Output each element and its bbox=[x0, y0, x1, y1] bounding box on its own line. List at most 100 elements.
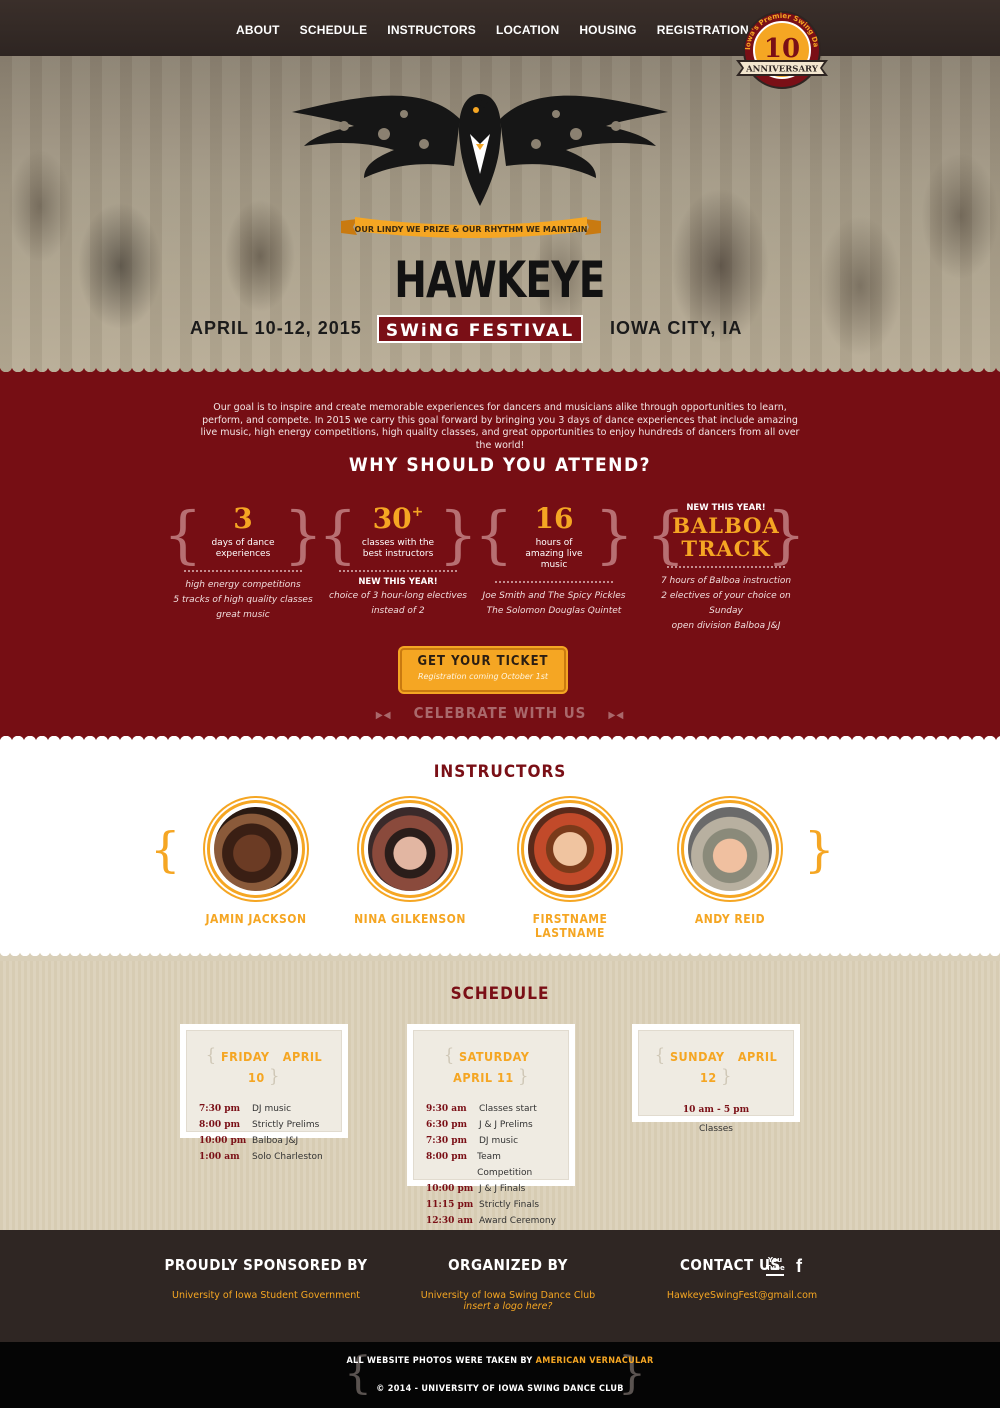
stat-label: hours of amazing live music bbox=[525, 538, 583, 570]
why-heading: WHY SHOULD YOU ATTEND? bbox=[348, 454, 652, 476]
instructor-name: JAMIN JACKSON bbox=[205, 912, 307, 926]
stat-balboa: { } NEW THIS YEAR! BALBOA TRACK 7 hours … bbox=[646, 502, 806, 634]
motto-text: OUR LINDY WE PRIZE & OUR RHYTHM WE MAINT… bbox=[355, 225, 588, 234]
festival-subtitle: SWiNG FESTIVAL bbox=[377, 315, 583, 343]
photo-credit: ALL WEBSITE PHOTOS WERE TAKEN BY AMERICA… bbox=[346, 1356, 654, 1366]
organizer-link[interactable]: University of Iowa Swing Dance Club bbox=[398, 1290, 618, 1301]
ticket-label: GET YOUR TICKET bbox=[417, 654, 549, 669]
nav-housing[interactable]: HOUSING bbox=[579, 0, 636, 60]
nav-about[interactable]: ABOUT bbox=[236, 0, 280, 60]
copyright: © 2014 - UNIVERSITY OF IOWA SWING DANCE … bbox=[376, 1384, 624, 1394]
instructor-card[interactable]: JAMIN JACKSON bbox=[186, 800, 326, 926]
intro-paragraph: Our goal is to inspire and create memora… bbox=[200, 402, 800, 451]
motto-ribbon: OUR LINDY WE PRIZE & OUR RHYTHM WE MAINT… bbox=[341, 217, 601, 238]
stat-note: 7 hours of Balboa instruction 2 elective… bbox=[660, 576, 792, 631]
stat-note: Joe Smith and The Spicy Pickles The Solo… bbox=[482, 591, 626, 616]
brace-left: { bbox=[163, 498, 203, 571]
schedule-row: 9:30 am Classes start bbox=[426, 1104, 537, 1114]
schedule-row: 7:30 pm DJ music bbox=[426, 1136, 519, 1146]
celebrate-text: CELEBRATE WITH US bbox=[413, 704, 587, 722]
sponsor-link[interactable]: University of Iowa Student Government bbox=[156, 1290, 376, 1301]
celebrate-divider: ▶◀ CELEBRATE WITH US ▶◀ bbox=[0, 704, 1000, 722]
new-this-year-tag: NEW THIS YEAR! bbox=[358, 577, 438, 587]
brace-left: { bbox=[474, 498, 514, 571]
stat-note: choice of 3 hour-long electives instead … bbox=[329, 591, 467, 616]
stat-days: { } 3 days of dance experiences high ene… bbox=[163, 502, 323, 623]
schedule-row: 11:15 pm Strictly Finals bbox=[426, 1200, 540, 1210]
youtube-icon[interactable]: You Tube bbox=[766, 1256, 785, 1276]
instructors-heading: INSTRUCTORS bbox=[433, 762, 567, 782]
card-inner: { FRIDAY APRIL 10 } 7:30 pm DJ music 8:00… bbox=[186, 1030, 342, 1162]
avatar bbox=[521, 800, 619, 898]
schedule-row: 8:00 pm Team Competition bbox=[426, 1152, 533, 1178]
card-day-title: { SATURDAY APRIL 11 } bbox=[443, 1045, 530, 1087]
schedule-card-friday: { FRIDAY APRIL 10 } 7:30 pm DJ music 8:00… bbox=[180, 1024, 348, 1162]
avatar bbox=[361, 800, 459, 898]
brace-right: } bbox=[594, 498, 634, 571]
instructor-card[interactable]: NINA GILKENSON bbox=[340, 800, 480, 926]
schedule-row: 10 am - 5 pm Classes bbox=[682, 1105, 750, 1134]
schedule-row: 8:00 pm Strictly Prelims bbox=[199, 1120, 320, 1130]
sponsor-heading: PROUDLY SPONSORED BY bbox=[164, 1256, 368, 1274]
hero-banner: OUR LINDY WE PRIZE & OUR RHYTHM WE MAINT… bbox=[0, 56, 1000, 372]
bottom-bar: { } ALL WEBSITE PHOTOS WERE TAKEN BY AME… bbox=[0, 1342, 1000, 1408]
avatar bbox=[207, 800, 305, 898]
bowtie-icon: ▶◀ bbox=[375, 710, 392, 721]
schedule-row: 12:30 am Award Ceremony bbox=[426, 1216, 556, 1226]
top-nav: ABOUT SCHEDULE INSTRUCTORS LOCATION HOUS… bbox=[0, 0, 1000, 56]
instructor-card[interactable]: ANDY REID bbox=[660, 800, 800, 926]
card-inner: { SUNDAY APRIL 12 } 10 am - 5 pm Classes bbox=[638, 1030, 794, 1134]
ticket-sub: Registration coming October 1st bbox=[417, 672, 549, 681]
winged-hawk-emblem bbox=[292, 94, 668, 206]
schedule-heading: SCHEDULE bbox=[450, 984, 550, 1004]
instructor-name: ANDY REID bbox=[694, 912, 766, 926]
instructor-name: FIRSTNAME LASTNAME bbox=[532, 912, 608, 940]
contact-email-link[interactable]: HawkeyeSwingFest@gmail.com bbox=[632, 1290, 852, 1301]
photo-credit-link[interactable]: AMERICAN VERNACULAR bbox=[536, 1356, 654, 1366]
get-ticket-button[interactable]: GET YOUR TICKET Registration coming Octo… bbox=[400, 648, 566, 692]
sponsor-column: PROUDLY SPONSORED BY University of Iowa … bbox=[156, 1256, 376, 1301]
festival-title: HAWKEYE bbox=[394, 251, 605, 309]
schedule-row: 1:00 am Solo Charleston bbox=[199, 1152, 323, 1162]
facebook-icon[interactable]: f bbox=[790, 1256, 808, 1276]
dotted-divider bbox=[495, 581, 613, 583]
stat-classes: { } 30+ classes with the best instructor… bbox=[318, 502, 478, 619]
social-links: You Tube f bbox=[766, 1256, 808, 1276]
badge-ribbon-text: ANNIVERSARY bbox=[745, 65, 819, 75]
schedule-row: 7:30 pm DJ music bbox=[199, 1104, 292, 1114]
instructors-section: INSTRUCTORS { } JAMIN JACKSON NINA GILKE… bbox=[0, 742, 1000, 956]
schedule-row: 10:00 pm J & J Finals bbox=[426, 1184, 526, 1194]
organizer-heading: ORGANIZED BY bbox=[448, 1256, 568, 1274]
instructor-name: NINA GILKENSON bbox=[354, 912, 466, 926]
badge-number: 10 bbox=[764, 34, 800, 64]
schedule-row: 10:00 pm Balboa J&J bbox=[199, 1136, 299, 1146]
footer: PROUDLY SPONSORED BY University of Iowa … bbox=[0, 1230, 1000, 1342]
stat-music: { } 16 hours of amazing live music Joe S… bbox=[474, 502, 634, 619]
schedule-card-sunday: { SUNDAY APRIL 12 } 10 am - 5 pm Classes bbox=[632, 1024, 800, 1134]
stat-label: classes with the best instructors bbox=[361, 538, 435, 559]
card-day-title: { FRIDAY APRIL 10 } bbox=[205, 1045, 323, 1087]
organizer-logo-note[interactable]: insert a logo here? bbox=[398, 1301, 618, 1312]
schedule-row: 6:30 pm J & J Prelims bbox=[426, 1120, 533, 1130]
carousel-next-brace[interactable]: } bbox=[804, 822, 835, 878]
nav-menu: ABOUT SCHEDULE INSTRUCTORS LOCATION HOUS… bbox=[226, 0, 759, 60]
schedule-card-saturday: { SATURDAY APRIL 11 } 9:30 am Classes sta… bbox=[407, 1024, 575, 1226]
schedule-section: SCHEDULE { FRIDAY APRIL 10 } 7:30 pm DJ m… bbox=[0, 951, 1000, 1230]
festival-date: APRIL 10-12, 2015 bbox=[190, 318, 362, 338]
organizer-column: ORGANIZED BY University of Iowa Swing Da… bbox=[398, 1256, 618, 1312]
nav-location[interactable]: LOCATION bbox=[496, 0, 559, 60]
avatar bbox=[681, 800, 779, 898]
instructor-card[interactable]: FIRSTNAME LASTNAME bbox=[500, 800, 640, 940]
stat-note: high energy competitions 5 tracks of hig… bbox=[173, 580, 313, 620]
brace-left: { bbox=[646, 498, 686, 571]
card-day-title: { SUNDAY APRIL 12 } bbox=[654, 1045, 778, 1087]
brace-right: } bbox=[766, 498, 806, 571]
festival-city: IOWA CITY, IA bbox=[610, 318, 743, 338]
nav-schedule[interactable]: SCHEDULE bbox=[300, 0, 368, 60]
carousel-prev-brace[interactable]: { bbox=[150, 822, 181, 878]
contact-column: CONTACT US HawkeyeSwingFest@gmail.com bbox=[632, 1256, 852, 1301]
brace-left: { bbox=[318, 498, 358, 571]
stat-label: days of dance experiences bbox=[211, 538, 275, 559]
why-attend-section: Our goal is to inspire and create memora… bbox=[0, 366, 1000, 742]
nav-instructors[interactable]: INSTRUCTORS bbox=[387, 0, 476, 60]
